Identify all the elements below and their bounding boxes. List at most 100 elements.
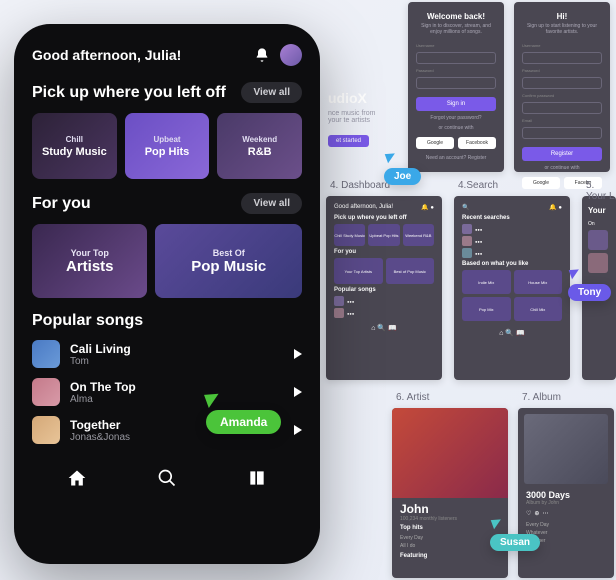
playlist-card-pop[interactable]: Upbeat Pop Hits	[125, 113, 210, 179]
mini-greeting: Good afternoon, Julia!	[334, 204, 393, 211]
home-icon[interactable]	[67, 468, 87, 488]
mini-card[interactable]: Chill Study Music	[334, 224, 365, 246]
artist-hero-image	[392, 408, 508, 498]
signup-pass-label: Password	[522, 68, 602, 73]
mini-card[interactable]: Best of Pop Music	[386, 258, 435, 284]
signup-email-label: Email	[522, 118, 602, 123]
cursor-label: Amanda	[206, 410, 281, 434]
cursor-label: Susan	[490, 534, 540, 551]
cursor-pointer-icon	[385, 151, 398, 164]
mini-card[interactable]: Upbeat Pop Hits	[368, 224, 399, 246]
search-icon[interactable]	[157, 468, 177, 488]
register-link[interactable]: Need an account? Register	[408, 155, 504, 161]
login-password-input[interactable]	[416, 77, 496, 89]
mini-tile[interactable]: Pop Mix	[462, 297, 511, 321]
frame-search[interactable]: 4.Search 🔍🔔 ● Recent searches ●●● ●●● ●●…	[454, 196, 570, 380]
card-sub: Upbeat	[153, 135, 180, 144]
song-artwork	[32, 378, 60, 406]
mini-based-title: Based on what you like	[462, 261, 562, 267]
continue-title: Pick up where you left off	[32, 84, 226, 102]
view-all-button[interactable]: View all	[241, 82, 302, 103]
foryou-card-popmusic[interactable]: Best Of Pop Music	[155, 224, 302, 298]
mini-recent-title: Recent searches	[462, 215, 562, 221]
continue-with-label: or continue with	[408, 125, 504, 131]
album-title: 3000 Days	[518, 490, 614, 500]
continue-label: or continue with	[514, 165, 610, 171]
frame-artist[interactable]: 6. Artist John 100,234 monthly listeners…	[392, 408, 508, 578]
greeting-text: Good afternoon, Julia!	[32, 47, 181, 63]
song-name: Cali Living	[70, 342, 284, 356]
mini-card[interactable]: Weekend R&B	[403, 224, 434, 246]
bottom-nav	[32, 458, 302, 492]
signup-confirm-label: Confirm password	[522, 93, 602, 98]
get-started-button[interactable]: et started	[328, 135, 369, 147]
login-username-input[interactable]	[416, 52, 496, 64]
cursor-susan: Susan	[490, 516, 540, 551]
frame-album[interactable]: 7. Album 3000 Days Album by John ♡⊕⋯ Eve…	[518, 408, 614, 578]
cursor-pointer-icon	[569, 267, 582, 280]
google-button[interactable]: Google	[522, 177, 560, 189]
frame-label-dashboard: 4. Dashboard	[330, 180, 390, 191]
yourlib-title: Your	[588, 206, 610, 215]
phone-header: Good afternoon, Julia!	[32, 44, 302, 66]
mini-tile[interactable]: Chill Mix	[514, 297, 563, 321]
signin-button[interactable]: Sign in	[416, 97, 496, 111]
frame-label-artist: 6. Artist	[396, 392, 429, 403]
cursor-amanda: Amanda	[206, 392, 281, 434]
card-title: Study Music	[42, 146, 107, 158]
frame-label-yourl: 5. Your L	[586, 180, 616, 202]
login-title: Welcome back!	[408, 12, 504, 21]
mini-popular-title: Popular songs	[334, 287, 434, 293]
signup-confirm-input[interactable]	[522, 102, 602, 114]
signup-subtitle: Sign up to start listening to your favor…	[514, 23, 610, 35]
playlist-card-study[interactable]: Chill Study Music	[32, 113, 117, 179]
forgot-password-link[interactable]: Forgot your password?	[408, 115, 504, 121]
song-artist: Tom	[70, 356, 284, 367]
cursor-tony: Tony	[568, 266, 611, 301]
popular-title: Popular songs	[32, 312, 302, 330]
play-icon[interactable]	[294, 349, 302, 359]
song-row[interactable]: Cali Living Tom	[32, 340, 302, 368]
foryou-title: For you	[32, 195, 91, 213]
cursor-label: Tony	[568, 284, 611, 301]
signup-password-input[interactable]	[522, 77, 602, 89]
card-title: Pop Music	[191, 258, 266, 275]
login-username-label: Username	[416, 43, 496, 48]
play-icon[interactable]	[294, 387, 302, 397]
section-continue: Pick up where you left off View all Chil…	[32, 82, 302, 179]
mini-card[interactable]: Your Top Artists	[334, 258, 383, 284]
google-button[interactable]: Google	[416, 137, 454, 149]
register-button[interactable]: Register	[522, 147, 602, 161]
frame-signup[interactable]: Hi! Sign up to start listening to your f…	[514, 2, 610, 172]
mini-tile[interactable]: House Mix	[514, 270, 563, 294]
user-avatar[interactable]	[280, 44, 302, 66]
frame-label-search: 4.Search	[458, 180, 498, 191]
app-logo-text: udioX	[328, 90, 367, 106]
cursor-label: Joe	[384, 168, 421, 185]
card-title: Artists	[66, 258, 114, 275]
notification-icon[interactable]	[254, 47, 270, 63]
play-icon[interactable]	[294, 425, 302, 435]
card-sub: Weekend	[242, 135, 277, 144]
artist-featuring-title: Featuring	[392, 553, 508, 559]
signup-user-label: Username	[522, 43, 602, 48]
signup-username-input[interactable]	[522, 52, 602, 64]
app-tagline: nce music from your te artists	[328, 110, 388, 124]
frame-label-album: 7. Album	[522, 392, 561, 403]
mini-tile[interactable]: Indie Mix	[462, 270, 511, 294]
card-sub: Best Of	[213, 248, 245, 258]
song-artwork	[32, 416, 60, 444]
playlist-card-rnb[interactable]: Weekend R&B	[217, 113, 302, 179]
card-title: R&B	[248, 146, 272, 158]
facebook-button[interactable]: Facebook	[458, 137, 496, 149]
frame-login[interactable]: Welcome back! Sign in to discover, strea…	[408, 2, 504, 172]
frame-dashboard[interactable]: 4. Dashboard Good afternoon, Julia!🔔 ● P…	[326, 196, 442, 380]
signup-email-input[interactable]	[522, 127, 602, 139]
login-subtitle: Sign in to discover, stream, and enjoy m…	[408, 23, 504, 35]
library-icon[interactable]	[247, 468, 267, 488]
section-for-you: For you View all Your Top Artists Best O…	[32, 193, 302, 298]
yourlib-sub: On	[588, 221, 610, 227]
card-sub: Chill	[66, 135, 83, 144]
foryou-card-artists[interactable]: Your Top Artists	[32, 224, 147, 298]
view-all-button[interactable]: View all	[241, 193, 302, 214]
